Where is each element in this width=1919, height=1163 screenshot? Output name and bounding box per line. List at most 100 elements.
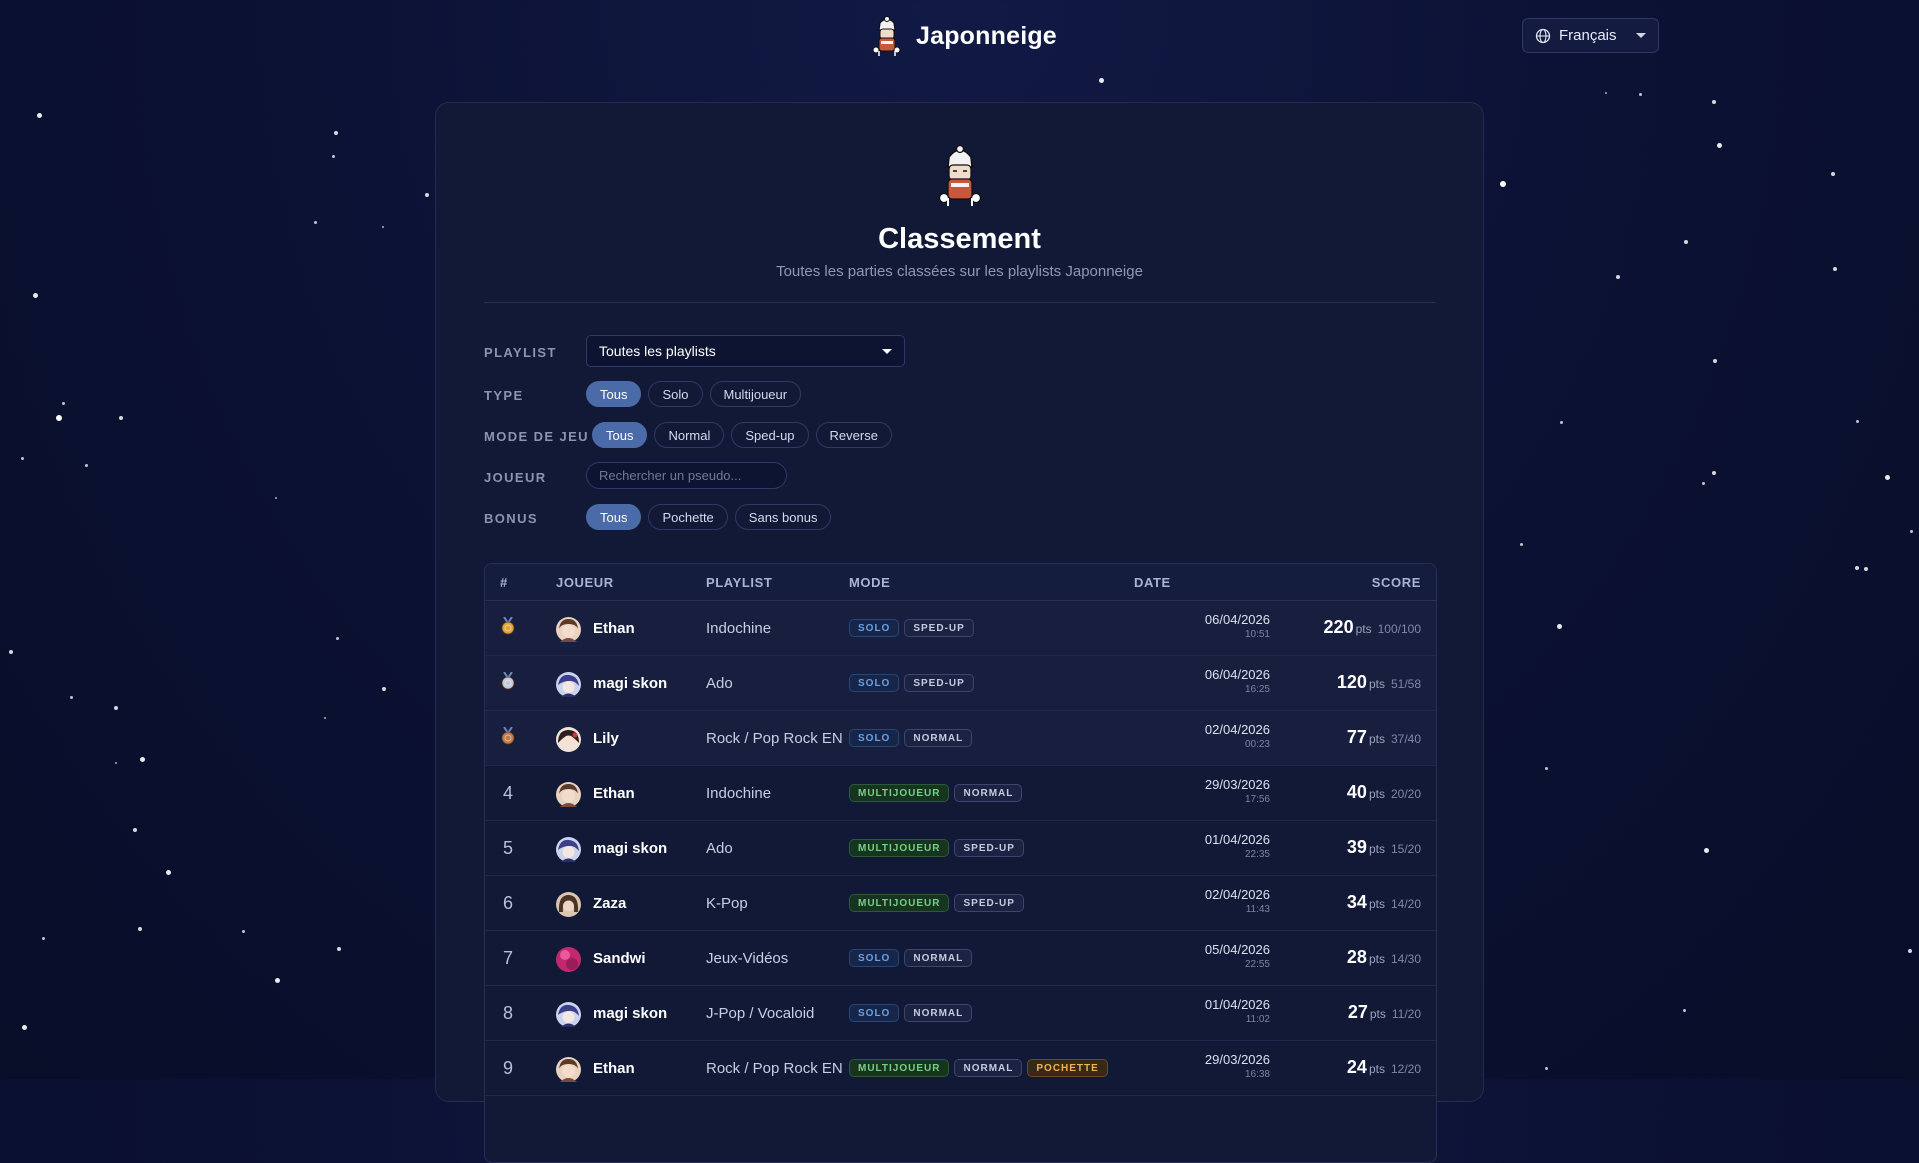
type-chip-multijoueur[interactable]: Multijoueur xyxy=(709,381,802,407)
playlist-select[interactable]: Toutes les playlists xyxy=(586,335,905,367)
player-name[interactable]: Zaza xyxy=(593,895,626,912)
date-cell: 02/04/2026 11:43 xyxy=(1205,887,1270,915)
brand-name: Japonneige xyxy=(916,21,1057,50)
player-name[interactable]: magi skon xyxy=(593,840,667,857)
table-row[interactable]: Ethan Indochine SOLO SPED-UP 06/04/2026 10:51… xyxy=(485,601,1436,656)
player-name[interactable]: Lily xyxy=(593,730,619,747)
date-cell: 05/04/2026 22:55 xyxy=(1205,942,1270,970)
table-row[interactable]: magi skon Ado SOLO SPED-UP 06/04/2026 16:25 12… xyxy=(485,656,1436,711)
star xyxy=(114,706,118,710)
brand[interactable]: Japonneige xyxy=(870,14,1057,58)
table-row[interactable]: 8 magi skon J-Pop / Vocaloid SOLO NORMAL 01/0… xyxy=(485,986,1436,1041)
column-header-score[interactable]: SCORE xyxy=(1372,575,1421,590)
type-chip-solo[interactable]: Solo xyxy=(648,381,703,407)
table-row[interactable]: 7 Sandwi Jeux-Vidéos SOLO NORMAL 05/04/2026 22… xyxy=(485,931,1436,986)
star xyxy=(1713,359,1717,363)
score-points: 39 xyxy=(1346,837,1367,857)
score-points: 77 xyxy=(1346,727,1367,747)
type-chip-tous[interactable]: Tous xyxy=(586,381,642,407)
time-value: 16:38 xyxy=(1244,1069,1270,1080)
player-name[interactable]: magi skon xyxy=(593,1005,667,1022)
star xyxy=(85,464,88,467)
score-cell: 24 pts 12/20 xyxy=(1347,1057,1421,1078)
mode-badges: MULTIJOUEUR SPED-UP xyxy=(849,894,1024,912)
table-row[interactable]: Lily Rock / Pop Rock EN SOLO NORMAL 02/04/20… xyxy=(485,711,1436,766)
avatar[interactable] xyxy=(556,947,581,972)
avatar[interactable] xyxy=(556,1057,581,1082)
page-title: Classement xyxy=(878,223,1041,255)
star xyxy=(1864,567,1868,571)
mode-badge: MULTIJOUEUR xyxy=(849,784,950,802)
mode-badge: NORMAL xyxy=(904,1004,973,1022)
time-value: 10:51 xyxy=(1244,629,1270,640)
avatar[interactable] xyxy=(556,837,581,862)
player-name[interactable]: Ethan xyxy=(593,1060,635,1077)
column-header-mode[interactable]: MODE xyxy=(849,575,890,590)
avatar[interactable] xyxy=(556,617,581,642)
column-header-player[interactable]: JOUEUR xyxy=(556,575,614,590)
mode-chip-sped-up[interactable]: Sped-up xyxy=(731,422,809,448)
japonneige-mascot-icon xyxy=(938,144,982,206)
playlist-name: Rock / Pop Rock EN xyxy=(706,1060,843,1077)
column-header-date[interactable]: DATE xyxy=(1134,575,1171,590)
language-selector[interactable]: Français xyxy=(1522,18,1659,53)
player-search-input[interactable] xyxy=(586,462,787,489)
mode-badges: SOLO SPED-UP xyxy=(849,619,974,637)
column-header-playlist[interactable]: PLAYLIST xyxy=(706,575,772,590)
star xyxy=(337,947,341,951)
score-unit: pts xyxy=(1355,622,1372,636)
mode-badge: SPED-UP xyxy=(954,839,1024,857)
score-fraction: 14/30 xyxy=(1390,952,1421,966)
mode-badges: SOLO NORMAL xyxy=(849,1004,973,1022)
divider xyxy=(484,302,1435,303)
table-row[interactable]: 5 magi skon Ado MULTIJOUEUR SPED-UP 01/04/202… xyxy=(485,821,1436,876)
player-name[interactable]: Sandwi xyxy=(593,950,646,967)
star xyxy=(1557,624,1562,629)
player-name[interactable]: Ethan xyxy=(593,785,635,802)
avatar[interactable] xyxy=(556,1002,581,1027)
player-name[interactable]: magi skon xyxy=(593,675,667,692)
bonus-chip-pochette[interactable]: Pochette xyxy=(648,504,728,530)
bronze-medal-icon xyxy=(501,726,515,750)
score-cell: 28 pts 14/30 xyxy=(1347,947,1421,968)
gold-medal-icon xyxy=(501,616,515,640)
star xyxy=(1605,92,1607,94)
mode-chip-normal[interactable]: Normal xyxy=(654,422,725,448)
star xyxy=(382,687,386,691)
star xyxy=(332,155,335,158)
mode-chip-reverse[interactable]: Reverse xyxy=(815,422,892,448)
score-fraction: 14/20 xyxy=(1390,897,1421,911)
star xyxy=(425,193,429,197)
player-name[interactable]: Ethan xyxy=(593,620,635,637)
avatar[interactable] xyxy=(556,892,581,917)
score-cell: 120 pts 51/58 xyxy=(1337,672,1421,693)
star xyxy=(1712,471,1716,475)
avatar[interactable] xyxy=(556,782,581,807)
avatar[interactable] xyxy=(556,672,581,697)
table-row[interactable]: 9 Ethan Rock / Pop Rock EN MULTIJOUEUR NORMA… xyxy=(485,1041,1436,1096)
mode-badge: SOLO xyxy=(849,949,900,967)
score-cell: 40 pts 20/20 xyxy=(1347,782,1421,803)
score-unit: pts xyxy=(1369,1007,1386,1021)
table-row[interactable]: 6 Zaza K-Pop MULTIJOUEUR SPED-UP 02/04/2026 11… xyxy=(485,876,1436,931)
mode-chip-tous[interactable]: Tous xyxy=(592,422,648,448)
mode-badge: POCHETTE xyxy=(1027,1059,1108,1077)
time-value: 00:23 xyxy=(1244,739,1270,750)
playlist-name: Jeux-Vidéos xyxy=(706,950,789,967)
date-value: 29/03/2026 xyxy=(1204,777,1270,792)
bonus-chip-tous[interactable]: Tous xyxy=(586,504,642,530)
star xyxy=(140,757,145,762)
avatar[interactable] xyxy=(556,727,581,752)
table-body: Ethan Indochine SOLO SPED-UP 06/04/2026 10:51… xyxy=(485,601,1436,1096)
score-fraction: 11/20 xyxy=(1391,1007,1421,1021)
star xyxy=(42,937,45,940)
rank-number: 9 xyxy=(502,1058,513,1078)
score-unit: pts xyxy=(1368,732,1385,746)
star xyxy=(1683,1009,1686,1012)
bonus-chip-sans-bonus[interactable]: Sans bonus xyxy=(734,504,832,530)
star xyxy=(1545,1067,1548,1070)
table-row[interactable]: 4 Ethan Indochine MULTIJOUEUR NORMAL 29/03/20… xyxy=(485,766,1436,821)
mode-badges: SOLO NORMAL xyxy=(849,729,973,747)
date-cell: 02/04/2026 00:23 xyxy=(1205,722,1270,750)
time-value: 16:25 xyxy=(1244,684,1270,695)
